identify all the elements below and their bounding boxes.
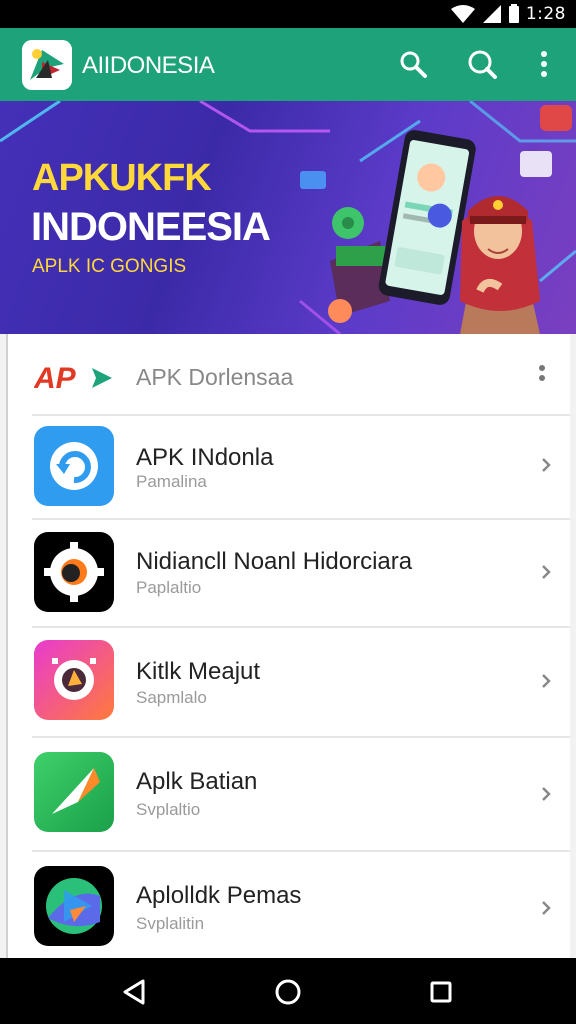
list-item-title: Nidiancll Noanl Hidorciara bbox=[136, 548, 413, 575]
search-button[interactable] bbox=[393, 44, 433, 84]
navigation-bar bbox=[0, 958, 576, 1024]
cell-signal-icon bbox=[482, 5, 501, 23]
app-bar: AIIDONESIA bbox=[0, 28, 576, 101]
chevron-right-icon bbox=[542, 674, 551, 688]
chevron-right-icon bbox=[542, 565, 551, 579]
list-header: AP APK Dorlensaa bbox=[8, 334, 570, 414]
list-item-title: APK INdonla bbox=[136, 444, 274, 471]
app-list: AP APK Dorlensaa APK INdonla Pamalina Ni… bbox=[6, 334, 570, 958]
list-menu-button[interactable] bbox=[530, 360, 554, 390]
chevron-right-icon bbox=[542, 901, 551, 915]
promo-banner[interactable]: APKUKFK INDONEESIA APLK IC GONGIS bbox=[0, 101, 576, 334]
play-app-icon bbox=[34, 866, 114, 946]
list-item[interactable]: APK INdonla Pamalina bbox=[8, 416, 570, 518]
list-item[interactable]: Aplolldk Pemas Svplalitin bbox=[8, 852, 570, 958]
list-item[interactable]: Kitlk Meajut Sapmlalo bbox=[8, 628, 570, 736]
search-icon bbox=[400, 51, 427, 78]
apk-logo-text: AP bbox=[34, 362, 77, 394]
banner-tagline: APLK IC GONGIS bbox=[32, 256, 187, 277]
list-item[interactable]: Nidiancll Noanl Hidorciara Paplaltio bbox=[8, 520, 570, 626]
status-time: 1:28 bbox=[525, 4, 566, 24]
list-item-subtitle: Svplalitin bbox=[136, 914, 205, 933]
back-button[interactable] bbox=[118, 976, 150, 1008]
status-bar: 1:28 bbox=[0, 0, 576, 28]
chevron-right-icon bbox=[542, 458, 551, 472]
list-item-title: Aplolldk Pemas bbox=[136, 882, 302, 909]
list-item-title: Kitlk Meajut bbox=[136, 658, 261, 685]
list-item[interactable]: Aplk Batian Svplaltio bbox=[8, 738, 570, 850]
recents-icon bbox=[430, 981, 452, 1003]
battery-icon bbox=[508, 4, 519, 23]
banner-subtitle: INDONEESIA bbox=[31, 205, 271, 249]
search-icon bbox=[468, 50, 497, 79]
back-icon bbox=[123, 979, 145, 1005]
home-button[interactable] bbox=[272, 976, 304, 1008]
list-item-title: Aplk Batian bbox=[136, 768, 258, 795]
more-options-button[interactable] bbox=[524, 44, 564, 84]
home-icon bbox=[275, 979, 301, 1005]
app-logo[interactable] bbox=[22, 40, 72, 90]
apk-logo-icon: AP bbox=[34, 362, 112, 394]
wifi-icon bbox=[450, 5, 475, 23]
gear-app-icon bbox=[34, 532, 114, 612]
chevron-right-icon bbox=[542, 787, 551, 801]
list-header-title: APK Dorlensaa bbox=[136, 364, 294, 390]
more-vert-icon bbox=[541, 51, 547, 77]
app-title: AIIDONESIA bbox=[82, 52, 215, 79]
list-item-subtitle: Pamalina bbox=[136, 472, 207, 491]
status-icons: 1:28 bbox=[450, 3, 566, 25]
compass-app-icon bbox=[34, 752, 114, 832]
more-vert-icon bbox=[539, 365, 545, 381]
list-item-subtitle: Svplaltio bbox=[136, 800, 201, 819]
list-item-subtitle: Paplaltio bbox=[136, 578, 202, 597]
media-app-icon bbox=[34, 640, 114, 720]
recents-button[interactable] bbox=[425, 976, 457, 1008]
list-item-subtitle: Sapmlalo bbox=[136, 688, 207, 707]
refresh-app-icon bbox=[34, 426, 114, 506]
banner-title: APKUKFK bbox=[32, 157, 212, 199]
app-logo-icon bbox=[22, 40, 72, 90]
search-alt-button[interactable] bbox=[462, 44, 502, 84]
